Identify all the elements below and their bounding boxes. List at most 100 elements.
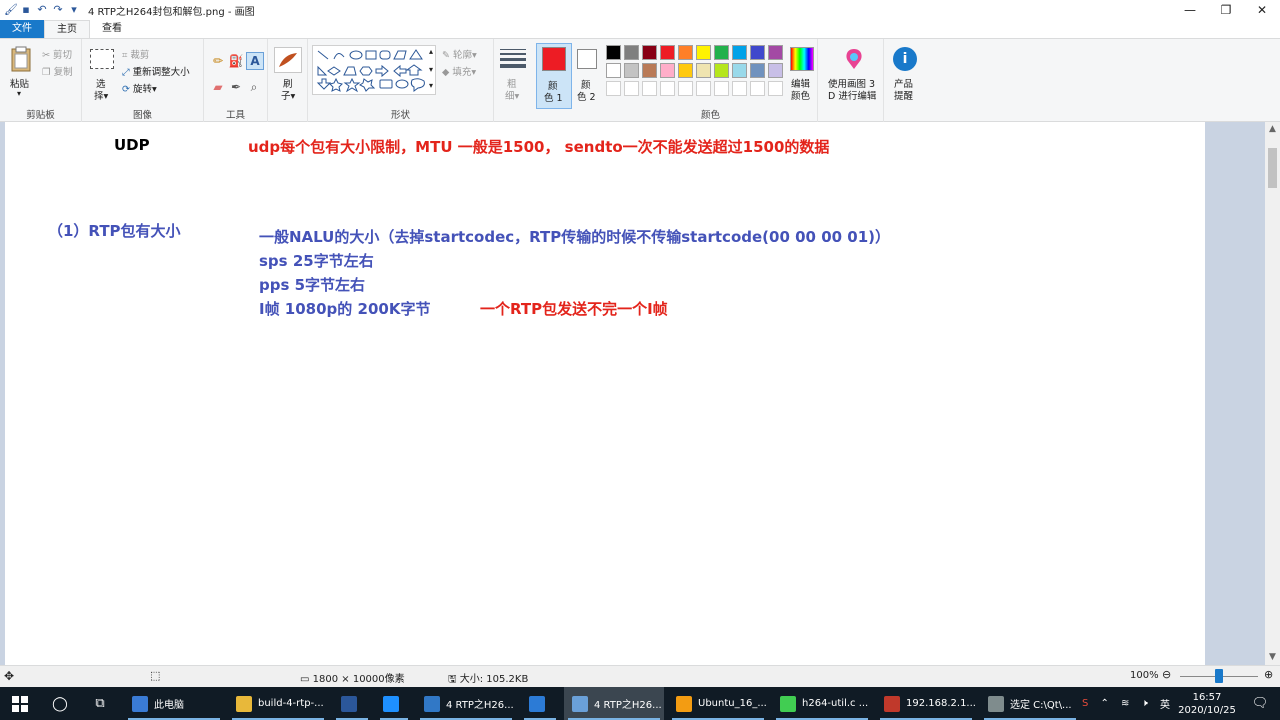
tab-view[interactable]: 查看 — [90, 20, 134, 38]
palette-color[interactable] — [732, 45, 747, 60]
magnifier-icon[interactable]: ⌕ — [246, 79, 262, 95]
palette-color[interactable] — [660, 45, 675, 60]
notifications-icon[interactable]: 🗨 — [1240, 687, 1280, 720]
close-icon[interactable]: ✕ — [1244, 0, 1280, 20]
taskbar-item[interactable]: 此电脑 — [124, 687, 224, 720]
taskbar-item[interactable]: h264-util.c ... — [772, 687, 872, 720]
eraser-icon[interactable]: ▰ — [210, 79, 226, 95]
custom-color-slot[interactable] — [714, 81, 729, 96]
edit-colors-button[interactable]: 编辑 颜色 — [784, 39, 820, 123]
scroll-thumb[interactable] — [1268, 148, 1277, 188]
taskbar-item[interactable]: 选定 C:\Qt\... — [980, 687, 1080, 720]
copy-button[interactable]: ❐ 复制 — [42, 64, 73, 78]
tray-expand-icon[interactable]: ⌃ — [1101, 698, 1109, 709]
palette-color[interactable] — [696, 45, 711, 60]
palette-color[interactable] — [714, 63, 729, 78]
color-picker-icon[interactable]: ✒ — [228, 79, 244, 95]
paste-button[interactable]: 粘贴 — [10, 76, 29, 90]
palette-color[interactable] — [660, 63, 675, 78]
line-width-icon[interactable] — [499, 47, 527, 69]
palette-color[interactable] — [624, 63, 639, 78]
taskbar-item[interactable] — [520, 687, 560, 720]
custom-color-slot[interactable] — [606, 81, 621, 96]
text-tool-icon[interactable]: A — [246, 52, 264, 70]
redo-icon[interactable]: ↷ — [52, 4, 64, 16]
task-view-icon[interactable]: ⧉ — [80, 687, 120, 720]
taskbar-item[interactable]: build-4-rtp-... — [228, 687, 328, 720]
palette-color[interactable] — [696, 63, 711, 78]
fill-bucket-icon[interactable]: ⛽ — [228, 53, 244, 69]
palette-color[interactable] — [606, 45, 621, 60]
cortana-icon[interactable]: ◯ — [40, 687, 80, 720]
start-button[interactable] — [0, 687, 40, 720]
taskbar-item[interactable]: Ubuntu_16_... — [668, 687, 768, 720]
brush-icon[interactable] — [274, 47, 302, 73]
palette-color[interactable] — [768, 63, 783, 78]
custom-color-slot[interactable] — [750, 81, 765, 96]
crop-button[interactable]: ⌗ 裁剪 — [122, 47, 149, 61]
select-button[interactable]: 择▾ — [94, 88, 108, 102]
zoom-out-icon[interactable]: ⊖ — [1162, 668, 1171, 681]
palette-color[interactable] — [678, 63, 693, 78]
scroll-up-icon[interactable]: ▲ — [1265, 122, 1280, 137]
rotate-button[interactable]: ⟳ 旋转▾ — [122, 81, 157, 95]
wifi-icon[interactable]: ≋ — [1121, 698, 1129, 709]
color2-button[interactable]: 颜 色 2 — [572, 39, 604, 123]
palette-color[interactable] — [642, 63, 657, 78]
custom-color-slot[interactable] — [660, 81, 675, 96]
brush-button[interactable]: 子▾ — [281, 88, 295, 102]
zoom-slider-thumb[interactable] — [1215, 669, 1223, 683]
product-alert-button[interactable]: i 产品 提醒 — [884, 39, 928, 123]
palette-color[interactable] — [624, 45, 639, 60]
shapes-scroll-down-icon[interactable]: ▾ — [429, 65, 433, 74]
custom-color-slot[interactable] — [768, 81, 783, 96]
resize-button[interactable]: ⤢ 重新调整大小 — [122, 64, 190, 78]
size-button[interactable]: 细▾ — [505, 88, 519, 102]
volume-icon[interactable]: 🕨 — [1142, 698, 1148, 709]
sogou-ime-icon[interactable]: S — [1082, 698, 1088, 709]
shapes-scroll-up-icon[interactable]: ▴ — [429, 47, 433, 56]
scroll-down-icon[interactable]: ▼ — [1265, 650, 1280, 665]
fill-button[interactable]: ◆ 填充▾ — [442, 64, 476, 78]
ime-icon[interactable]: 英 — [1160, 696, 1170, 711]
customize-dropdown-icon[interactable]: ▾ — [68, 4, 80, 16]
tab-home[interactable]: 主页 — [44, 20, 90, 38]
outline-button[interactable]: ✎ 轮廓▾ — [442, 47, 477, 61]
taskbar-item[interactable]: 4 RTP之H26... — [564, 687, 664, 720]
zoom-slider[interactable] — [1180, 669, 1258, 683]
taskbar-item[interactable] — [376, 687, 412, 720]
save-icon[interactable]: ▪ — [20, 4, 32, 16]
paint3d-button[interactable]: 使用画图 3 D 进行编辑 — [822, 39, 884, 123]
palette-color[interactable] — [732, 63, 747, 78]
taskbar-item[interactable]: 4 RTP之H26... — [416, 687, 516, 720]
palette-color[interactable] — [750, 45, 765, 60]
shapes-gallery[interactable] — [312, 45, 436, 95]
paste-dropdown-icon[interactable]: ▾ — [17, 89, 21, 98]
custom-color-slot[interactable] — [732, 81, 747, 96]
drawing-canvas[interactable]: UDP udp每个包有大小限制，MTU 一般是1500， sendto一次不能发… — [5, 122, 1205, 665]
zoom-level: 100% — [1130, 670, 1159, 681]
shapes-expand-icon[interactable]: ▾ — [429, 81, 433, 90]
undo-icon[interactable]: ↶ — [36, 4, 48, 16]
clock[interactable]: 16:57 2020/10/25 — [1176, 687, 1238, 720]
vertical-scrollbar[interactable]: ▲ ▼ — [1265, 122, 1280, 665]
color1-button[interactable]: 颜 色 1 — [536, 43, 572, 109]
taskbar-item[interactable] — [332, 687, 372, 720]
palette-color[interactable] — [642, 45, 657, 60]
custom-color-slot[interactable] — [642, 81, 657, 96]
palette-color[interactable] — [714, 45, 729, 60]
tab-file[interactable]: 文件 — [0, 20, 44, 38]
select-icon[interactable] — [90, 49, 114, 69]
cut-button[interactable]: ✂ 剪切 — [42, 47, 72, 61]
custom-color-slot[interactable] — [678, 81, 693, 96]
palette-color[interactable] — [750, 63, 765, 78]
taskbar-item[interactable]: 192.168.2.1... — [876, 687, 976, 720]
pencil-icon[interactable]: ✏ — [210, 53, 226, 69]
palette-color[interactable] — [768, 45, 783, 60]
custom-color-slot[interactable] — [696, 81, 711, 96]
paste-icon[interactable] — [8, 45, 34, 73]
zoom-in-icon[interactable]: ⊕ — [1264, 668, 1273, 681]
palette-color[interactable] — [606, 63, 621, 78]
palette-color[interactable] — [678, 45, 693, 60]
custom-color-slot[interactable] — [624, 81, 639, 96]
